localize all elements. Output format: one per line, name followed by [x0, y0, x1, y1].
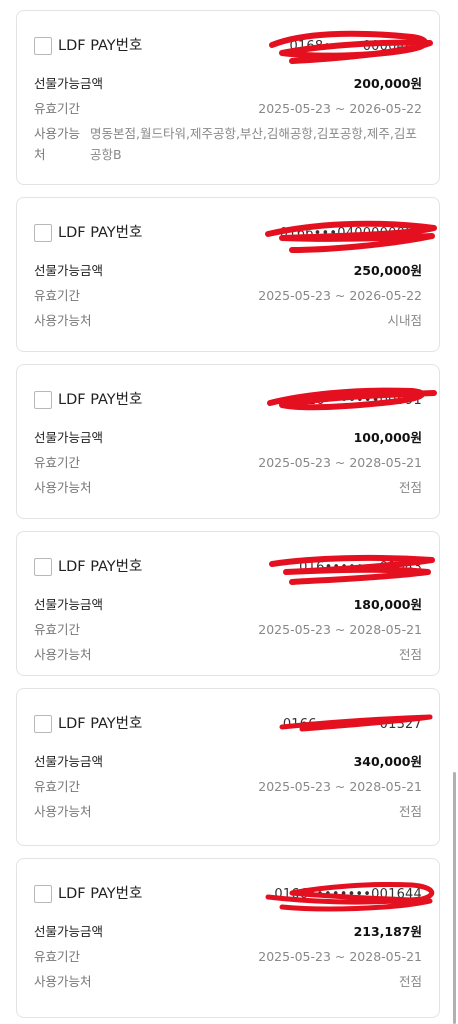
card-header: LDF PAY번호 016•••••••01043 — [34, 554, 435, 585]
usable-row: 사용가능처 전점 — [34, 646, 422, 664]
pay-card[interactable]: LDF PAY번호 016•••••••00591 선물가능금액 100,000… — [16, 364, 440, 519]
pay-number-value: 016•••••••00591 — [299, 393, 422, 408]
validity-label: 유효기간 — [34, 455, 81, 470]
validity-row: 유효기간 2025-05-23 ~ 2028-05-21 — [34, 454, 422, 472]
amount-value: 250,000원 — [353, 263, 422, 278]
amount-value: 213,187원 — [353, 924, 422, 939]
pay-number-value: 0166••••••••001644 — [274, 887, 422, 902]
usable-value: 전점 — [398, 647, 422, 662]
pay-number-label: LDF PAY번호 — [58, 225, 143, 241]
pay-number-label: LDF PAY번호 — [58, 38, 143, 54]
validity-label: 유효기간 — [34, 622, 81, 637]
validity-label: 유효기간 — [34, 288, 81, 303]
select-checkbox[interactable] — [34, 715, 52, 733]
validity-label: 유효기간 — [34, 949, 81, 964]
usable-label: 사용가능처 — [34, 126, 81, 162]
amount-label: 선물가능금액 — [34, 754, 104, 769]
pay-number-label: LDF PAY번호 — [58, 559, 143, 575]
usable-row: 사용가능처 전점 — [34, 973, 422, 991]
usable-value: 전점 — [398, 974, 422, 989]
validity-value: 2025-05-23 ~ 2028-05-21 — [258, 622, 422, 637]
select-checkbox[interactable] — [34, 224, 52, 242]
validity-value: 2025-05-23 ~ 2026-05-22 — [258, 288, 422, 303]
amount-label: 선물가능금액 — [34, 76, 104, 91]
usable-row: 사용가능처 명동본점,월드타워,제주공항,부산,김해공항,김포공항,제주,김포공… — [34, 123, 422, 163]
amount-value: 200,000원 — [353, 76, 422, 91]
amount-label: 선물가능금액 — [34, 263, 104, 278]
pay-card[interactable]: LDF PAY번호 0166•••0400000001 선물가능금액 250,0… — [16, 197, 440, 352]
usable-row: 사용가능처 전점 — [34, 803, 422, 821]
amount-label: 선물가능금액 — [34, 430, 104, 445]
pay-card[interactable]: LDF PAY번호 0166••••••••01327 선물가능금액 340,0… — [16, 688, 440, 846]
pay-number-value: 0168•••••0000401 — [289, 39, 422, 54]
select-checkbox[interactable] — [34, 37, 52, 55]
usable-row: 사용가능처 시내점 — [34, 312, 422, 330]
select-checkbox[interactable] — [34, 558, 52, 576]
validity-row: 유효기간 2025-05-23 ~ 2028-05-21 — [34, 948, 422, 966]
amount-value: 100,000원 — [353, 430, 422, 445]
validity-row: 유효기간 2025-05-23 ~ 2026-05-22 — [34, 287, 422, 305]
amount-row: 선물가능금액 340,000원 — [34, 753, 422, 771]
validity-row: 유효기간 2025-05-23 ~ 2028-05-21 — [34, 621, 422, 639]
pay-number-value: 0166••••••••01327 — [282, 717, 422, 732]
validity-value: 2025-05-23 ~ 2028-05-21 — [258, 779, 422, 794]
amount-row: 선물가능금액 100,000원 — [34, 429, 422, 447]
usable-label: 사용가능처 — [34, 647, 92, 662]
card-header: LDF PAY번호 0166•••0400000001 — [34, 220, 437, 253]
validity-label: 유효기간 — [34, 779, 81, 794]
usable-value: 명동본점,월드타워,제주공항,부산,김해공항,김포공항,제주,김포공항B — [90, 126, 417, 162]
validity-value: 2025-05-23 ~ 2028-05-21 — [258, 949, 422, 964]
pay-card[interactable]: LDF PAY번호 0168•••••0000401 선물가능금액 200,00… — [16, 10, 440, 185]
card-header: LDF PAY번호 016•••••••00591 — [34, 387, 437, 411]
validity-label: 유효기간 — [34, 101, 81, 116]
usable-label: 사용가능처 — [34, 480, 92, 495]
pay-number-label: LDF PAY번호 — [58, 716, 143, 732]
amount-row: 선물가능금액 213,187원 — [34, 923, 422, 941]
usable-row: 사용가능처 전점 — [34, 479, 422, 497]
validity-row: 유효기간 2025-05-23 ~ 2026-05-22 — [34, 100, 422, 118]
card-header: LDF PAY번호 0168•••••0000401 — [34, 30, 433, 64]
card-header: LDF PAY번호 0166••••••••001644 — [34, 881, 435, 912]
select-checkbox[interactable] — [34, 391, 52, 409]
pay-number-label: LDF PAY번호 — [58, 886, 143, 902]
amount-label: 선물가능금액 — [34, 924, 104, 939]
usable-value: 전점 — [398, 804, 422, 819]
amount-row: 선물가능금액 180,000원 — [34, 596, 422, 614]
select-checkbox[interactable] — [34, 885, 52, 903]
validity-value: 2025-05-23 ~ 2026-05-22 — [258, 101, 422, 116]
pay-number-value: 016•••••••01043 — [299, 560, 422, 575]
validity-value: 2025-05-23 ~ 2028-05-21 — [258, 455, 422, 470]
amount-row: 선물가능금액 250,000원 — [34, 262, 422, 280]
usable-label: 사용가능처 — [34, 804, 92, 819]
amount-label: 선물가능금액 — [34, 597, 104, 612]
pay-card[interactable]: LDF PAY번호 0166••••••••001644 선물가능금액 213,… — [16, 858, 440, 1018]
amount-value: 340,000원 — [353, 754, 422, 769]
scrollbar[interactable] — [453, 772, 456, 1024]
pay-number-label: LDF PAY번호 — [58, 392, 143, 408]
pay-card[interactable]: LDF PAY번호 016•••••••01043 선물가능금액 180,000… — [16, 531, 440, 676]
usable-value: 전점 — [398, 480, 422, 495]
validity-row: 유효기간 2025-05-23 ~ 2028-05-21 — [34, 778, 422, 796]
usable-label: 사용가능처 — [34, 974, 92, 989]
usable-label: 사용가능처 — [34, 313, 92, 328]
gift-pay-list: LDF PAY번호 0168•••••0000401 선물가능금액 200,00… — [0, 0, 458, 1024]
amount-value: 180,000원 — [353, 597, 422, 612]
usable-value: 시내점 — [387, 313, 422, 328]
amount-row: 선물가능금액 200,000원 — [34, 75, 422, 93]
pay-number-value: 0166•••0400000001 — [279, 226, 422, 241]
card-header: LDF PAY번호 0166••••••••01327 — [34, 714, 433, 735]
